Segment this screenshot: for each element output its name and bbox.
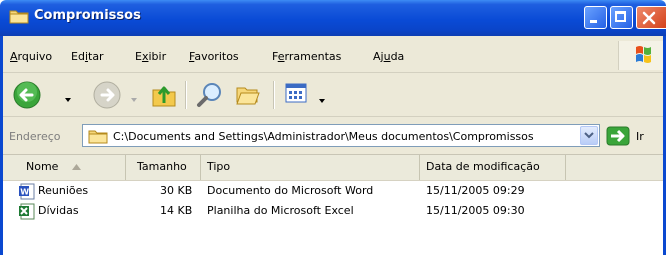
window-left-border bbox=[0, 36, 3, 255]
toolbar bbox=[0, 73, 666, 117]
views-button[interactable] bbox=[285, 82, 311, 109]
menu-editar[interactable]: Editar bbox=[71, 50, 104, 63]
file-name: Dívidas bbox=[38, 204, 79, 217]
minimize-button[interactable] bbox=[584, 6, 607, 29]
file-size: 14 KB bbox=[160, 204, 193, 217]
back-dropdown[interactable] bbox=[65, 92, 71, 105]
address-input[interactable]: C:\Documents and Settings\Administrador\… bbox=[82, 124, 600, 147]
chevron-down-icon bbox=[319, 99, 325, 103]
toolbar-separator bbox=[185, 81, 187, 109]
go-arrow-icon bbox=[606, 126, 630, 146]
close-icon bbox=[642, 11, 656, 25]
go-button[interactable] bbox=[606, 126, 630, 146]
file-modified: 15/11/2005 09:29 bbox=[426, 184, 525, 197]
window-title: Compromissos bbox=[34, 8, 141, 23]
back-icon bbox=[13, 81, 41, 109]
sort-ascending-icon bbox=[72, 164, 81, 170]
folders-button[interactable] bbox=[234, 81, 262, 112]
views-icon bbox=[285, 83, 307, 103]
menu-favoritos[interactable]: Favoritos bbox=[189, 50, 239, 63]
file-row[interactable]: Dívidas 14 KB Planilha do Microsoft Exce… bbox=[0, 202, 666, 222]
menu-exibir[interactable]: Exibir bbox=[135, 50, 166, 63]
up-folder-icon bbox=[152, 86, 176, 107]
chevron-down-icon bbox=[584, 132, 594, 139]
file-type: Planilha do Microsoft Excel bbox=[207, 204, 354, 217]
svg-text:W: W bbox=[20, 187, 29, 196]
forward-icon bbox=[93, 81, 121, 109]
file-row[interactable]: W Reuniões 30 KB Documento do Microsoft … bbox=[0, 182, 666, 202]
file-type: Documento do Microsoft Word bbox=[207, 184, 374, 197]
back-button[interactable] bbox=[12, 80, 42, 113]
toolbar-separator bbox=[273, 81, 275, 109]
address-bar: Endereço C:\Documents and Settings\Admin… bbox=[0, 117, 666, 155]
close-button[interactable] bbox=[636, 6, 666, 29]
file-name: Reuniões bbox=[38, 184, 89, 197]
column-header-size[interactable]: Tamanho bbox=[131, 155, 201, 180]
list-header: Nome Tamanho Tipo Data de modificação bbox=[0, 155, 666, 181]
forward-dropdown[interactable] bbox=[131, 92, 137, 105]
maximize-button[interactable] bbox=[610, 6, 633, 29]
file-size: 30 KB bbox=[160, 184, 193, 197]
column-header-modified[interactable]: Data de modificação bbox=[420, 155, 566, 180]
menu-arquivo[interactable]: Arquivo bbox=[10, 50, 52, 63]
go-label[interactable]: Ir bbox=[636, 130, 644, 143]
views-dropdown[interactable] bbox=[319, 93, 325, 106]
search-icon bbox=[197, 83, 221, 107]
search-button[interactable] bbox=[195, 80, 225, 113]
folder-icon bbox=[88, 130, 108, 144]
chevron-down-icon bbox=[131, 98, 137, 102]
address-label: Endereço bbox=[9, 130, 61, 143]
word-document-icon: W bbox=[19, 183, 35, 200]
windows-logo bbox=[618, 41, 665, 70]
menu-ajuda[interactable]: Ajuda bbox=[373, 50, 404, 63]
up-folder-button[interactable] bbox=[150, 81, 178, 112]
folder-icon bbox=[9, 10, 29, 24]
address-path: C:\Documents and Settings\Administrador\… bbox=[113, 130, 534, 143]
chevron-down-icon bbox=[65, 98, 71, 102]
column-header-type[interactable]: Tipo bbox=[201, 155, 420, 180]
folders-icon bbox=[236, 87, 260, 105]
column-header-name[interactable]: Nome bbox=[20, 155, 126, 180]
menu-ferramentas[interactable]: Ferramentas bbox=[272, 50, 341, 63]
forward-button[interactable] bbox=[92, 80, 122, 113]
excel-spreadsheet-icon bbox=[19, 203, 35, 220]
address-dropdown-button[interactable] bbox=[580, 126, 598, 145]
file-modified: 15/11/2005 09:30 bbox=[426, 204, 525, 217]
windows-flag-icon bbox=[636, 46, 651, 63]
menu-bar: Arquivo Editar Exibir Favoritos Ferramen… bbox=[0, 36, 666, 73]
title-bar[interactable]: Compromissos bbox=[0, 0, 666, 36]
